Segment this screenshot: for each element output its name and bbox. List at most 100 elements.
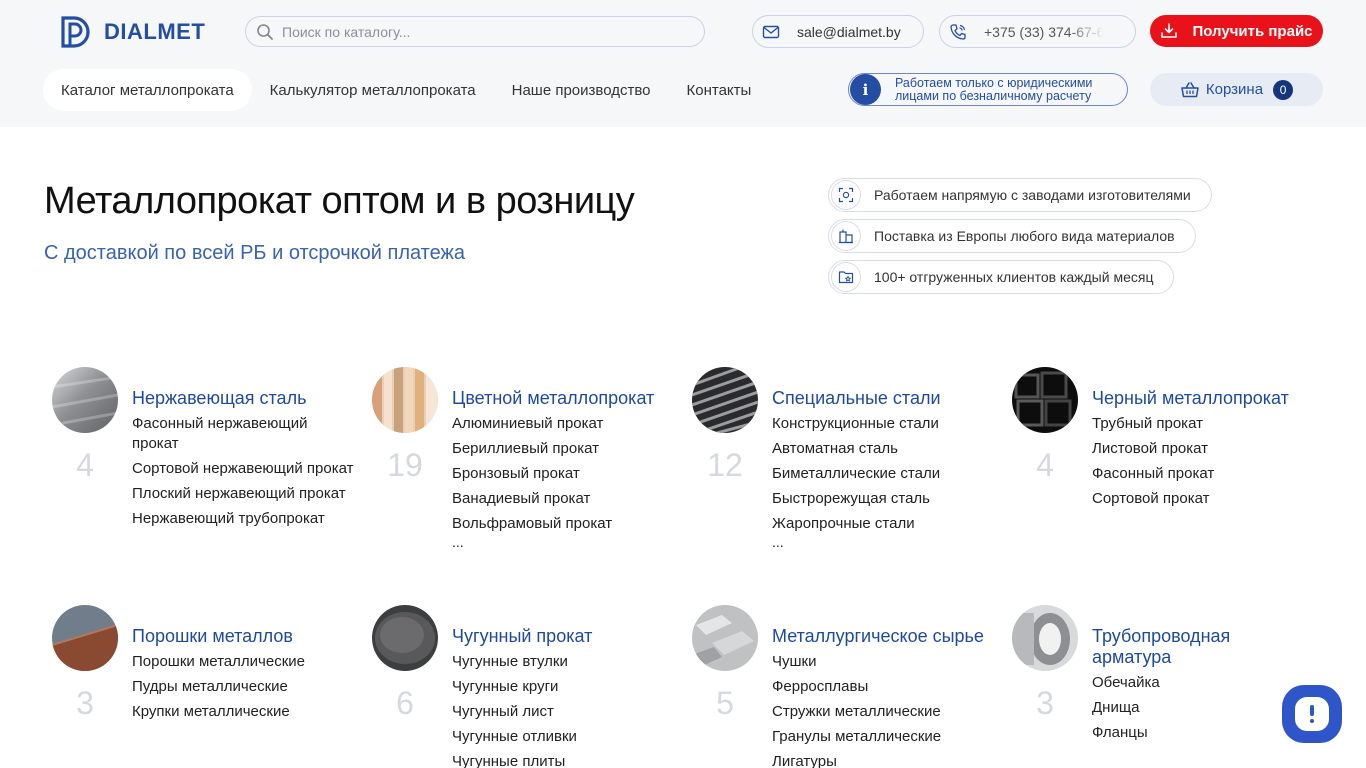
category-image[interactable] [1012,367,1078,433]
subcategory-list: Чушки Ферросплавы Стружки металлические … [772,652,994,768]
nav-item-calculator[interactable]: Калькулятор металлопроката [252,69,494,111]
brand-name: DIALMET [104,19,206,44]
more-indicator[interactable]: ... [452,535,674,549]
list-item[interactable]: Бронзовый прокат [452,464,674,484]
search-input[interactable] [282,23,682,40]
category-count: 4 [76,447,94,483]
cart-button[interactable]: Корзина 0 [1150,73,1323,106]
metal-powder-image [52,605,118,671]
notice-line-1: Работаем только с юридическими [895,75,1093,90]
list-item[interactable]: Ванадиевый прокат [452,489,674,509]
list-item[interactable]: Стружки металлические [772,702,994,722]
subcategory-list: Чугунные втулки Чугунные круги Чугунный … [452,652,674,768]
list-item[interactable]: Чугунные круги [452,677,674,697]
list-item[interactable]: Вольфрамовый прокат [452,514,674,534]
scan-icon [838,187,854,203]
stainless-texture-image [52,367,118,433]
email-link[interactable]: sale@dialmet.by [752,15,924,48]
list-item[interactable]: Ферросплавы [772,677,994,697]
download-icon [1161,23,1178,38]
list-item[interactable]: Фасонный прокат [1092,464,1314,484]
category-title[interactable]: Трубопроводная арматура [1092,626,1312,668]
feature-direct-factories: Работаем напрямую с заводами изготовител… [828,178,1212,212]
category-image[interactable] [692,367,758,433]
list-item[interactable]: Алюминиевый прокат [452,414,674,434]
search-box[interactable] [245,16,705,47]
category-count: 3 [76,685,94,721]
chat-widget-button[interactable] [1282,685,1342,743]
special-steel-sheets-image [692,367,758,433]
notice-line-2: лицами по безналичному расчету [895,88,1092,103]
category-title[interactable]: Специальные стали [772,388,992,409]
ferrous-pipes-image [1012,367,1078,433]
list-item[interactable]: Листовой прокат [1092,439,1314,459]
cart-count-badge: 0 [1273,79,1294,100]
subcategory-list: Трубный прокат Листовой прокат Фасонный … [1092,414,1314,514]
list-item[interactable]: Сортовой нержавеющий прокат [132,459,354,479]
pipe-fitting-image [1012,605,1078,671]
site-header: DIALMET sale@dialmet.by +375 (33) 374-67… [0,0,1366,127]
list-item[interactable]: Обечайка [1092,673,1314,693]
category-image[interactable] [52,605,118,671]
list-item[interactable]: Днища [1092,698,1314,718]
list-item[interactable]: Фасонный нержавеющий прокат [132,414,354,454]
category-image[interactable] [372,605,438,671]
list-item[interactable]: Чугунный лист [452,702,674,722]
list-item[interactable]: Лигатуры [772,752,994,768]
list-item[interactable]: Порошки металлические [132,652,354,672]
category-count: 19 [387,447,423,483]
list-item[interactable]: Крупки металлические [132,702,354,722]
category-title[interactable]: Цветной металлопрокат [452,388,672,409]
buildings-icon [839,229,853,244]
category-count: 12 [707,447,743,483]
category-count: 3 [1036,685,1054,721]
list-item[interactable]: Фланцы [1092,723,1314,743]
cast-iron-image [372,605,438,671]
list-item[interactable]: Бериллиевый прокат [452,439,674,459]
category-title[interactable]: Чугунный прокат [452,626,672,647]
category-title[interactable]: Металлургическое сырье [772,626,992,647]
page-subtitle: С доставкой по всей РБ и отсрочкой плате… [44,242,466,264]
list-item[interactable]: Чушки [772,652,994,672]
subcategory-list: Конструкционные стали Автоматная сталь Б… [772,414,994,552]
category-image[interactable] [1012,605,1078,671]
category-image[interactable] [692,605,758,671]
list-item[interactable]: Гранулы металлические [772,727,994,747]
category-title[interactable]: Нержавеющая сталь [132,388,352,409]
list-item[interactable]: Чугунные плиты [452,752,674,768]
list-item[interactable]: Чугунные втулки [452,652,674,672]
list-item[interactable]: Сортовой прокат [1092,489,1314,509]
list-item[interactable]: Трубный прокат [1092,414,1314,434]
category-count: 5 [716,685,734,721]
category-image[interactable] [372,367,438,433]
list-item[interactable]: Биметаллические стали [772,464,994,484]
nav-item-production[interactable]: Наше производство [494,69,669,111]
list-item[interactable]: Быстрорежущая сталь [772,489,994,509]
get-price-button[interactable]: Получить прайс [1150,15,1323,47]
feature-clients-monthly: 100+ отгруженных клиентов каждый месяц [828,260,1175,294]
phone-text: +375 (33) 374-67-6 [984,23,1105,40]
email-text: sale@dialmet.by [797,23,901,40]
nav-item-contacts[interactable]: Контакты [669,69,770,111]
nav-item-catalog[interactable]: Каталог металлопроката [43,69,252,111]
category-title[interactable]: Черный металлопрокат [1092,388,1312,409]
get-price-label: Получить прайс [1192,22,1313,40]
list-item[interactable]: Нержавеющий трубопрокат [132,509,354,529]
list-item[interactable]: Пудры металлические [132,677,354,697]
list-item[interactable]: Чугунные отливки [452,727,674,747]
list-item[interactable]: Жаропрочные стали [772,514,994,534]
category-title[interactable]: Порошки металлов [132,626,352,647]
list-item[interactable]: Автоматная сталь [772,439,994,459]
phone-link[interactable]: +375 (33) 374-67-6 [939,15,1136,48]
more-indicator[interactable]: ... [772,535,994,549]
mail-icon [762,25,780,38]
logo[interactable]: DIALMET [60,15,205,49]
cart-label: Корзина [1205,81,1264,98]
list-item[interactable]: Плоский нержавеющий прокат [132,484,354,504]
legal-entities-notice: i Работаем только с юридическими лицами … [848,73,1128,106]
logo-mark-icon [61,16,90,48]
category-count: 4 [1036,447,1054,483]
category-image[interactable] [52,367,118,433]
info-icon: i [850,74,881,105]
list-item[interactable]: Конструкционные стали [772,414,994,434]
